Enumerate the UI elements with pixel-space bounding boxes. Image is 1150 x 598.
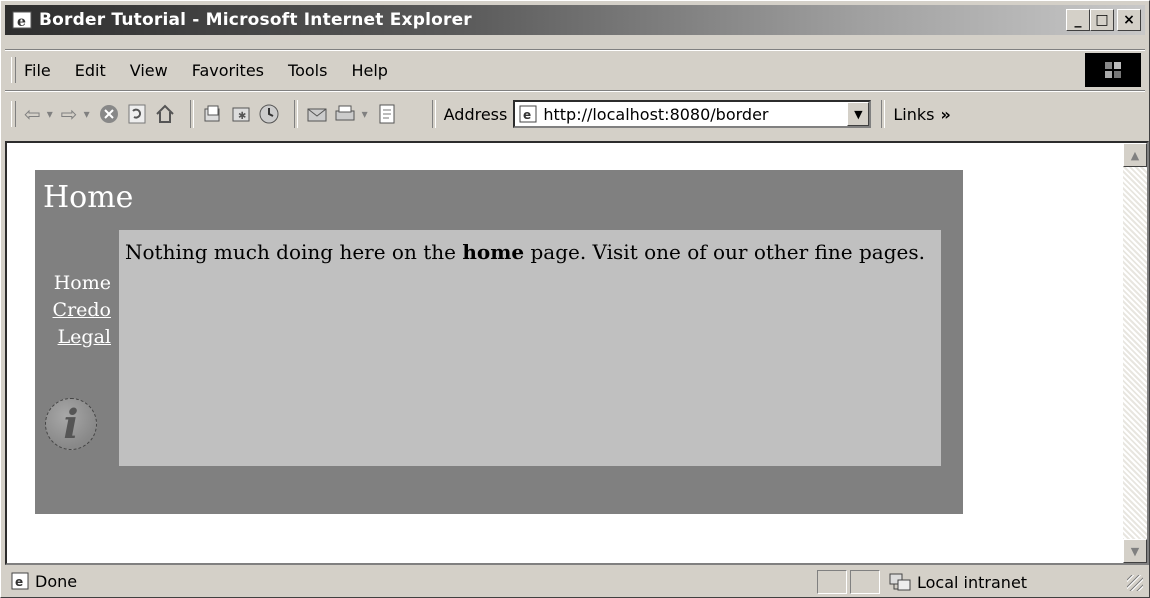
menu-favorites[interactable]: Favorites (192, 61, 264, 80)
links-chevron-icon[interactable]: » (940, 105, 950, 124)
content-viewport: Home Home Credo Legal i Nothing much doi… (5, 141, 1149, 565)
intranet-icon (889, 573, 911, 591)
resize-grip[interactable] (1127, 575, 1143, 591)
refresh-icon[interactable] (126, 103, 148, 125)
forward-icon[interactable]: ⇨ (61, 102, 78, 126)
page-icon: e (519, 105, 537, 123)
page-title: Home (43, 180, 134, 215)
svg-text:e: e (523, 108, 531, 122)
close-button[interactable]: × (1117, 9, 1141, 31)
stop-icon[interactable] (98, 103, 120, 125)
nav-item-home: Home (53, 272, 111, 294)
back-icon[interactable]: ⇦ (24, 102, 41, 126)
ie-icon: e (12, 11, 32, 30)
content-panel: Nothing much doing here on the home page… (119, 230, 941, 466)
window-title: Border Tutorial - Microsoft Internet Exp… (39, 10, 472, 30)
svg-text:✱: ✱ (238, 111, 246, 122)
divider (5, 90, 1145, 92)
address-dropdown-button[interactable]: ▼ (847, 102, 870, 126)
status-panel (850, 570, 880, 594)
toolbar: ⇦ ▾ ⇨ ▾ ✱ ▾ Address e http://localhost:8… (5, 94, 1145, 134)
vertical-scrollbar[interactable]: ▲ ▼ (1123, 143, 1147, 563)
title-bar[interactable]: e Border Tutorial - Microsoft Internet E… (5, 5, 1145, 35)
content-text-start: Nothing much doing here on the (125, 240, 463, 264)
windows-logo-icon (1085, 53, 1141, 87)
status-bar: e Done Local intranet (5, 567, 1147, 595)
menu-bar: File Edit View Favorites Tools Help (5, 53, 1145, 87)
menu-view[interactable]: View (130, 61, 168, 80)
info-icon: i (45, 398, 97, 450)
menu-grip[interactable] (11, 57, 16, 83)
divider (5, 49, 1145, 51)
window-controls: _ □ × (1066, 9, 1141, 31)
address-input[interactable]: http://localhost:8080/border (543, 105, 768, 124)
content-text-end: page. Visit one of our other fine pages. (524, 240, 925, 264)
scroll-up-button[interactable]: ▲ (1123, 143, 1147, 167)
edit-dropdown-icon[interactable]: ▾ (362, 107, 368, 121)
toolbar-separator (293, 100, 298, 128)
forward-dropdown-icon[interactable]: ▾ (84, 107, 90, 121)
back-dropdown-icon[interactable]: ▾ (47, 107, 53, 121)
side-nav: Home Credo Legal (35, 270, 111, 351)
menu-file[interactable]: File (24, 61, 51, 80)
nav-link-legal[interactable]: Legal (35, 324, 111, 351)
search-icon[interactable] (202, 103, 224, 125)
minimize-button[interactable]: _ (1066, 9, 1090, 31)
scroll-down-button[interactable]: ▼ (1123, 539, 1147, 563)
content-text-bold: home (462, 240, 525, 264)
maximize-button[interactable]: □ (1090, 9, 1114, 31)
security-zone: Local intranet (885, 570, 1027, 594)
menu-tools[interactable]: Tools (288, 61, 327, 80)
favorites-icon[interactable]: ✱ (230, 103, 252, 125)
page-status-icon: e (11, 572, 29, 590)
svg-text:e: e (17, 14, 26, 30)
print-icon[interactable] (334, 103, 356, 125)
address-bar[interactable]: e http://localhost:8080/border ▼ (513, 100, 872, 128)
toolbar-separator (431, 100, 436, 128)
discuss-icon[interactable] (376, 103, 398, 125)
status-text: Done (35, 571, 78, 591)
mail-icon[interactable] (306, 103, 328, 125)
toolbar-separator (189, 100, 194, 128)
menu-edit[interactable]: Edit (75, 61, 106, 80)
content-text: Nothing much doing here on the home page… (125, 240, 941, 264)
zone-label: Local intranet (917, 572, 1028, 592)
page-frame: Home Home Credo Legal i Nothing much doi… (35, 170, 963, 514)
browser-window: e Border Tutorial - Microsoft Internet E… (0, 0, 1150, 598)
address-label: Address (443, 104, 508, 124)
toolbar-separator (881, 100, 886, 128)
menu-help[interactable]: Help (351, 61, 387, 80)
status-panel (817, 570, 847, 594)
nav-link-credo[interactable]: Credo (35, 297, 111, 324)
links-button[interactable]: Links (893, 105, 934, 124)
svg-text:e: e (15, 575, 23, 589)
history-icon[interactable] (258, 103, 280, 125)
home-icon[interactable] (154, 103, 176, 125)
toolbar-grip[interactable] (11, 101, 16, 127)
